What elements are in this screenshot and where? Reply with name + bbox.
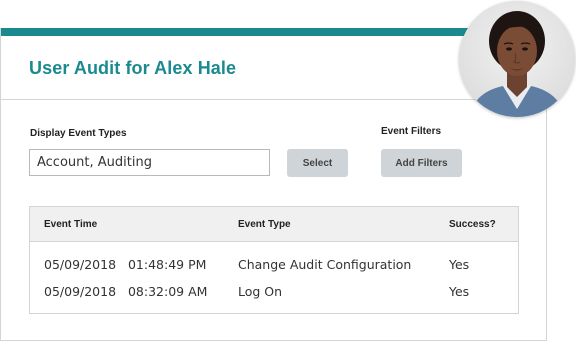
event-types-input[interactable] [29,149,270,176]
page-title: User Audit for Alex Hale [29,58,237,78]
header-divider [1,99,546,100]
event-time-cell: 05/09/2018 01:48:49 PM [44,257,207,272]
column-header-event-time[interactable]: Event Time [44,219,97,230]
page: User Audit for Alex Hale Display Event T… [0,0,576,345]
column-header-success[interactable]: Success? [449,219,496,230]
event-type-cell: Log On [238,284,283,299]
table-row[interactable]: 05/09/2018 08:32:09 AM Log On Yes [30,280,518,302]
event-time-cell: 05/09/2018 08:32:09 AM [44,284,208,299]
add-filters-button[interactable]: Add Filters [381,149,462,177]
audit-events-table: Event Time Event Type Success? 05/09/201… [29,206,519,314]
user-photo-icon [459,1,575,117]
event-types-label: Display Event Types [30,128,127,139]
column-header-event-type[interactable]: Event Type [238,219,291,230]
select-button[interactable]: Select [287,149,348,177]
table-header: Event Time Event Type Success? [30,207,518,242]
avatar [459,1,575,117]
table-row[interactable]: 05/09/2018 01:48:49 PM Change Audit Conf… [30,253,518,275]
success-cell: Yes [449,284,470,299]
event-type-cell: Change Audit Configuration [238,257,412,272]
success-cell: Yes [449,257,470,272]
event-filters-label: Event Filters [381,126,442,137]
